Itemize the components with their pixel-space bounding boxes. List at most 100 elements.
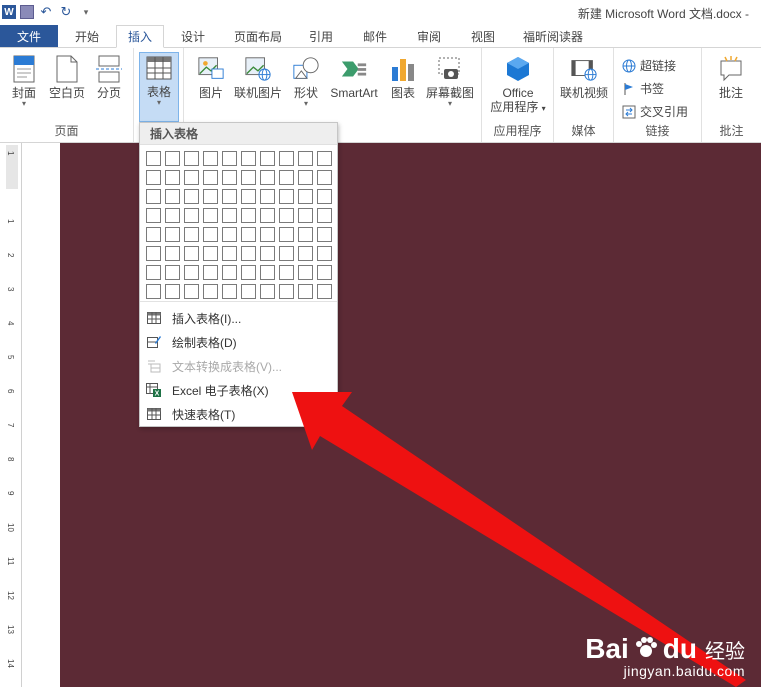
table-grid-cell[interactable] — [279, 170, 294, 185]
table-grid-cell[interactable] — [298, 189, 313, 204]
table-grid-cell[interactable] — [184, 208, 199, 223]
tab-view[interactable]: 视图 — [456, 25, 510, 48]
shapes-button[interactable]: 形状 ▾ — [288, 54, 324, 108]
table-grid-cell[interactable] — [165, 265, 180, 280]
table-grid-cell[interactable] — [279, 208, 294, 223]
table-grid-cell[interactable] — [203, 227, 218, 242]
table-grid-cell[interactable] — [260, 208, 275, 223]
table-grid-cell[interactable] — [260, 265, 275, 280]
table-grid-cell[interactable] — [184, 227, 199, 242]
table-grid-cell[interactable] — [165, 189, 180, 204]
hyperlink-button[interactable]: 超链接 — [622, 57, 676, 74]
table-grid-cell[interactable] — [184, 284, 199, 299]
cross-reference-button[interactable]: 交叉引用 — [622, 103, 688, 120]
table-grid-cell[interactable] — [260, 227, 275, 242]
table-grid-cell[interactable] — [222, 284, 237, 299]
menu-item-excel-spreadsheet[interactable]: X Excel 电子表格(X) — [140, 378, 337, 402]
table-grid-cell[interactable] — [203, 208, 218, 223]
table-grid-cell[interactable] — [146, 151, 161, 166]
table-grid-cell[interactable] — [146, 208, 161, 223]
menu-item-quick-tables[interactable]: 快速表格(T) — [140, 402, 337, 426]
blank-page-button[interactable]: 空白页 — [46, 54, 88, 100]
table-grid-cell[interactable] — [184, 170, 199, 185]
table-grid-cell[interactable] — [222, 189, 237, 204]
table-grid-cell[interactable] — [298, 151, 313, 166]
online-video-button[interactable]: 联机视频 — [558, 54, 610, 100]
table-size-grid[interactable] — [146, 151, 332, 299]
tab-insert[interactable]: 插入 — [116, 25, 164, 48]
picture-button[interactable]: 图片 — [194, 54, 228, 100]
table-grid-cell[interactable] — [184, 265, 199, 280]
table-grid-cell[interactable] — [241, 284, 256, 299]
table-grid-cell[interactable] — [317, 265, 332, 280]
tab-design[interactable]: 设计 — [164, 25, 222, 48]
table-grid-cell[interactable] — [298, 208, 313, 223]
table-grid-cell[interactable] — [165, 208, 180, 223]
table-grid-cell[interactable] — [184, 189, 199, 204]
menu-item-draw-table[interactable]: 绘制表格(D) — [140, 330, 337, 354]
tab-references[interactable]: 引用 — [294, 25, 348, 48]
new-comment-button[interactable]: 批注 — [710, 54, 752, 100]
table-grid-cell[interactable] — [260, 151, 275, 166]
table-grid-cell[interactable] — [165, 246, 180, 261]
table-grid-cell[interactable] — [298, 265, 313, 280]
table-grid-cell[interactable] — [260, 170, 275, 185]
table-grid-cell[interactable] — [279, 151, 294, 166]
table-grid-cell[interactable] — [317, 208, 332, 223]
smartart-button[interactable]: SmartArt — [326, 54, 382, 100]
table-grid-cell[interactable] — [146, 265, 161, 280]
table-grid-cell[interactable] — [279, 265, 294, 280]
table-grid-cell[interactable] — [222, 265, 237, 280]
table-grid-cell[interactable] — [165, 170, 180, 185]
page-break-button[interactable]: 分页 — [92, 54, 126, 100]
chart-button[interactable]: 图表 — [386, 54, 420, 100]
table-grid-cell[interactable] — [184, 151, 199, 166]
table-grid-cell[interactable] — [241, 265, 256, 280]
table-grid-cell[interactable] — [146, 227, 161, 242]
table-grid-cell[interactable] — [203, 284, 218, 299]
table-grid-cell[interactable] — [222, 170, 237, 185]
table-grid-cell[interactable] — [241, 227, 256, 242]
tab-page-layout[interactable]: 页面布局 — [222, 25, 294, 48]
table-grid-cell[interactable] — [241, 189, 256, 204]
table-grid-cell[interactable] — [260, 246, 275, 261]
redo-icon[interactable]: ↻ — [58, 4, 74, 20]
customize-qat-icon[interactable]: ▾ — [78, 7, 94, 18]
table-grid-cell[interactable] — [298, 170, 313, 185]
table-grid-cell[interactable] — [146, 284, 161, 299]
table-grid-cell[interactable] — [222, 151, 237, 166]
table-grid-cell[interactable] — [146, 170, 161, 185]
table-grid-cell[interactable] — [203, 189, 218, 204]
table-grid-cell[interactable] — [146, 246, 161, 261]
table-grid-cell[interactable] — [165, 151, 180, 166]
vertical-ruler[interactable]: 1 1 2 3 4 5 6 7 8 9 10 11 12 13 14 — [0, 143, 22, 687]
table-grid-cell[interactable] — [298, 246, 313, 261]
table-grid-cell[interactable] — [298, 227, 313, 242]
table-grid-cell[interactable] — [317, 227, 332, 242]
bookmark-button[interactable]: 书签 — [622, 80, 664, 97]
table-grid-cell[interactable] — [146, 189, 161, 204]
table-grid-cell[interactable] — [260, 189, 275, 204]
table-grid-cell[interactable] — [241, 208, 256, 223]
table-grid-cell[interactable] — [317, 170, 332, 185]
table-grid-cell[interactable] — [203, 151, 218, 166]
table-grid-cell[interactable] — [203, 170, 218, 185]
tab-review[interactable]: 审阅 — [402, 25, 456, 48]
table-grid-cell[interactable] — [279, 284, 294, 299]
menu-item-insert-table[interactable]: 插入表格(I)... — [140, 306, 337, 330]
table-grid-cell[interactable] — [241, 170, 256, 185]
save-icon[interactable] — [20, 5, 34, 19]
table-grid-cell[interactable] — [317, 246, 332, 261]
cover-page-button[interactable]: 封面 ▾ — [6, 54, 42, 108]
table-grid-cell[interactable] — [222, 246, 237, 261]
tab-file[interactable]: 文件 — [0, 25, 58, 48]
tab-foxit-reader[interactable]: 福昕阅读器 — [510, 25, 596, 48]
table-grid-cell[interactable] — [241, 151, 256, 166]
table-grid-cell[interactable] — [317, 284, 332, 299]
table-grid-cell[interactable] — [165, 227, 180, 242]
table-grid-cell[interactable] — [317, 189, 332, 204]
table-grid-cell[interactable] — [298, 284, 313, 299]
table-grid-cell[interactable] — [241, 246, 256, 261]
table-grid-cell[interactable] — [279, 246, 294, 261]
office-apps-button[interactable]: Office 应用程序 ▾ — [486, 54, 550, 116]
